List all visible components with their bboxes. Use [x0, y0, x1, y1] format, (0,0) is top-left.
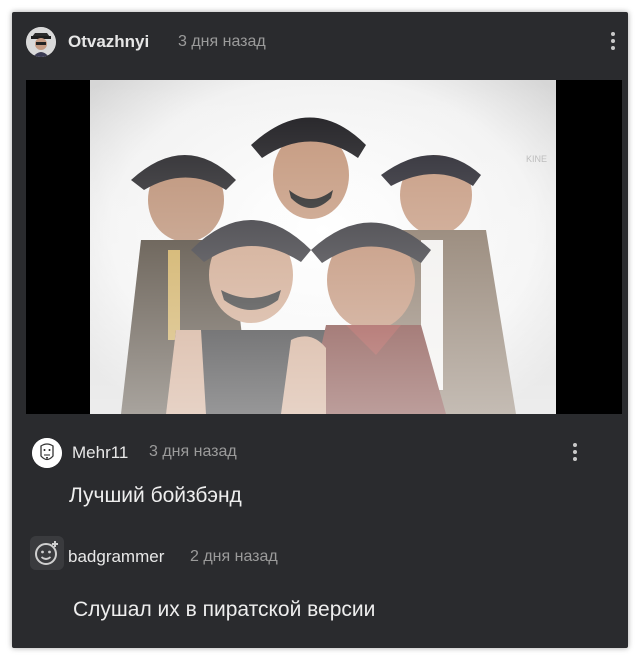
- more-vertical-icon[interactable]: [606, 29, 620, 55]
- comment-text: Слушал их в пиратской версии: [73, 598, 376, 621]
- comment-timestamp: 2 дня назад: [190, 548, 278, 565]
- comment-author[interactable]: badgrammer: [68, 547, 164, 567]
- comment-text: Лучший бойзбэнд: [69, 484, 242, 507]
- comment-timestamp: 3 дня назад: [149, 443, 237, 460]
- post-header: Otvazhnyi 3 дня назад: [26, 27, 616, 61]
- comment-author[interactable]: Mehr11: [72, 443, 128, 463]
- post-timestamp: 3 дня назад: [178, 33, 266, 50]
- smiley-plus-icon[interactable]: [30, 536, 64, 570]
- post-card: Otvazhnyi 3 дня назад KINE Mehr11 3 дня …: [12, 12, 628, 648]
- post-video[interactable]: KINE: [26, 80, 622, 414]
- comment-item: Mehr11 3 дня назад Лучший бойзбэнд: [12, 432, 628, 522]
- more-vertical-icon[interactable]: [568, 440, 582, 466]
- media-watermark: KINE: [526, 154, 547, 164]
- comment-item: badgrammer 2 дня назад Слушал их в пират…: [12, 524, 628, 634]
- face-avatar-icon[interactable]: [32, 438, 62, 468]
- pirate-avatar-icon[interactable]: [26, 27, 56, 57]
- post-author[interactable]: Otvazhnyi: [68, 32, 149, 52]
